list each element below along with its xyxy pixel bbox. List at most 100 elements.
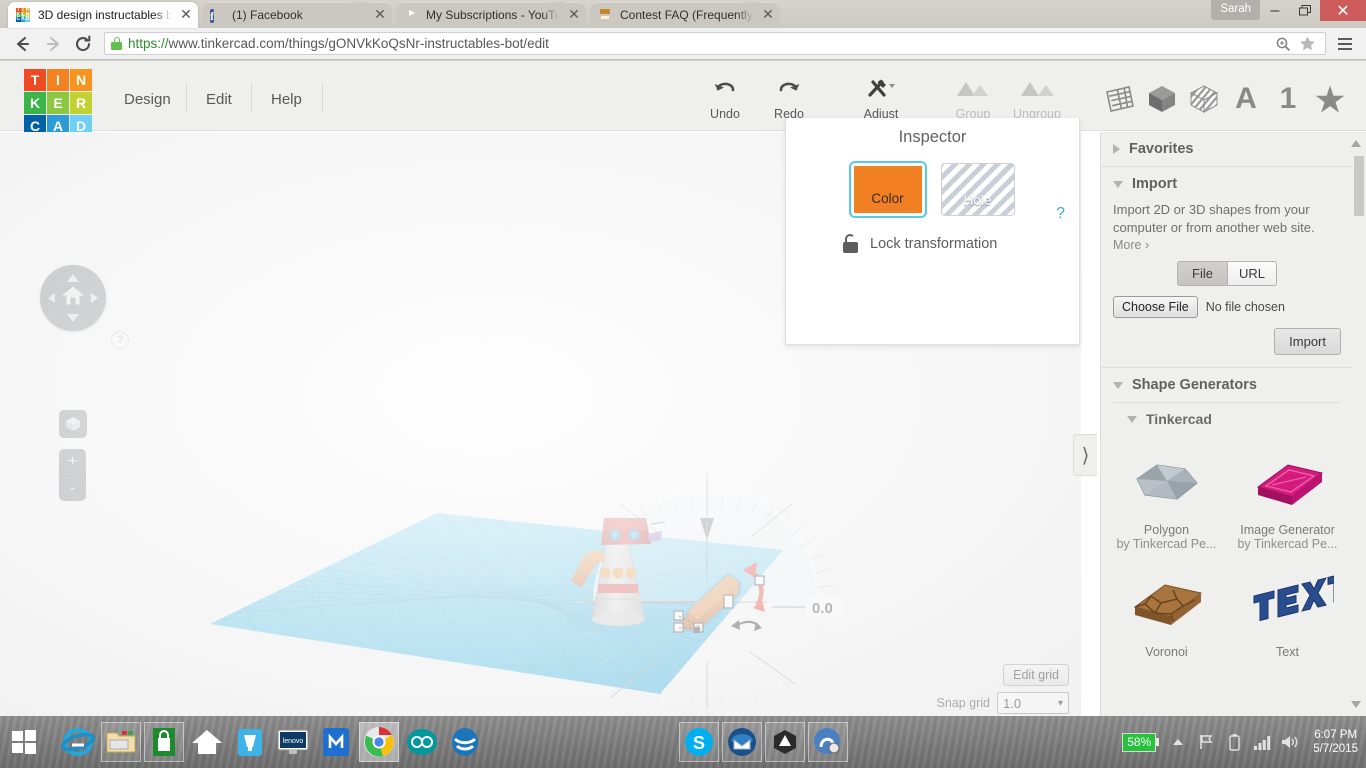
import-header[interactable]: Import <box>1101 167 1353 201</box>
nav-down-arrow[interactable] <box>67 314 79 322</box>
user-profile-chip[interactable]: Sarah <box>1211 0 1260 20</box>
maxthon-browser-icon[interactable] <box>316 722 356 762</box>
color-swatch-button[interactable]: Color <box>848 161 927 218</box>
favorites-star-icon[interactable]: ★ <box>1309 79 1351 119</box>
group-button[interactable]: Group <box>941 75 1005 121</box>
browser-tab-3[interactable]: Contest FAQ (Frequently A ✕ <box>590 2 780 28</box>
browser-tab-0[interactable]: TIN KER CAD 3D design instructables bo ✕ <box>8 2 198 28</box>
reload-button[interactable] <box>68 31 98 57</box>
scroll-down-arrow-icon[interactable] <box>1351 701 1361 708</box>
volume-speaker-icon[interactable] <box>1281 734 1299 750</box>
tinkercad-logo[interactable]: T I N K E R C A D <box>24 69 92 137</box>
hole-cube-icon[interactable] <box>1183 79 1225 119</box>
chrome-menu-button[interactable] <box>1332 31 1358 57</box>
tab-title-fade <box>542 2 564 28</box>
action-center-flag-icon[interactable] <box>1197 734 1215 750</box>
favorites-header[interactable]: Favorites <box>1101 132 1353 166</box>
lenovo-app-icon[interactable]: lenovo <box>273 722 313 762</box>
internet-explorer-icon[interactable] <box>58 722 98 762</box>
zoom-controls[interactable]: + - <box>59 449 86 501</box>
network-signal-icon[interactable] <box>1253 735 1271 750</box>
shape-generators-header[interactable]: Shape Generators <box>1101 368 1353 402</box>
tab-close-icon[interactable]: ✕ <box>178 7 194 23</box>
menu-design[interactable]: Design <box>110 87 185 112</box>
windows-start-icon[interactable] <box>0 716 48 768</box>
shape-generators-section: Shape Generators Tinkercad Polygon by Ti… <box>1101 368 1353 665</box>
chevron-down-icon: ▾ <box>1057 697 1063 709</box>
import-tab-file[interactable]: File <box>1177 261 1227 286</box>
undo-button[interactable]: Undo <box>693 75 757 121</box>
view-navigation-pad[interactable] <box>40 265 106 331</box>
zoom-out-button[interactable]: - <box>59 476 86 501</box>
browser-tab-1[interactable]: f (1) Facebook ✕ <box>202 2 392 28</box>
nav-right-arrow[interactable] <box>91 293 98 303</box>
right-side-panel: Favorites Import Import 2D or 3D shapes … <box>1100 132 1366 716</box>
arduino-ide-icon[interactable] <box>402 722 442 762</box>
skype-icon[interactable]: S <box>679 722 719 762</box>
panel-scrollbar-track[interactable] <box>1351 136 1364 712</box>
back-button[interactable] <box>8 31 38 57</box>
inspector-help-icon[interactable]: ? <box>1056 205 1065 223</box>
shape-item-polygon[interactable]: Polygon by Tinkercad Pe... <box>1107 437 1226 557</box>
number-tool-icon[interactable]: 1 <box>1267 79 1309 119</box>
taskbar-clock[interactable]: 6:07 PM 5/7/2015 <box>1309 728 1358 756</box>
panel-collapse-button[interactable]: ⟩ <box>1073 434 1097 476</box>
cleaner-app-icon[interactable] <box>230 722 270 762</box>
panel-scrollbar-thumb[interactable] <box>1354 156 1364 216</box>
solid-cube-icon[interactable] <box>1141 79 1183 119</box>
nav-up-arrow[interactable] <box>67 274 79 282</box>
close-window-button[interactable]: ✕ <box>1320 0 1366 21</box>
battery-icon[interactable] <box>1225 733 1243 751</box>
snap-grid-select[interactable]: 1.0 ▾ <box>997 692 1069 714</box>
ungroup-button[interactable]: Ungroup <box>1005 75 1069 121</box>
shape-group-tinkercad[interactable]: Tinkercad <box>1101 403 1353 427</box>
import-more-link[interactable]: More › <box>1113 238 1341 252</box>
adjust-button[interactable]: Adjust <box>849 75 913 121</box>
chevron-down-icon <box>1113 180 1123 188</box>
lock-transformation-row[interactable]: Lock transformation <box>841 234 1079 253</box>
google-chrome-icon[interactable] <box>359 722 399 762</box>
import-button[interactable]: Import <box>1274 328 1341 355</box>
restore-button[interactable] <box>1290 0 1320 21</box>
forward-button[interactable] <box>38 31 68 57</box>
browser-tab-2[interactable]: My Subscriptions - YouTu ✕ <box>396 2 586 28</box>
menu-help[interactable]: Help <box>257 87 316 112</box>
color-swatch-label: Color <box>871 191 904 206</box>
nav-left-arrow[interactable] <box>48 293 55 303</box>
tab-close-icon[interactable]: ✕ <box>760 7 776 23</box>
url-input[interactable]: https://www.tinkercad.com/things/gONVkKo… <box>104 32 1326 55</box>
shape-item-image-generator[interactable]: Image Generator by Tinkercad Pe... <box>1228 437 1347 557</box>
tab-close-icon[interactable]: ✕ <box>566 7 582 23</box>
text-tool-icon[interactable]: A <box>1225 79 1267 119</box>
canvas-help-button[interactable]: ? <box>111 331 129 349</box>
unity-icon[interactable] <box>765 722 805 762</box>
thunderbird-icon[interactable] <box>722 722 762 762</box>
makerbot-app-icon[interactable] <box>445 722 485 762</box>
restore-icon <box>1299 5 1311 16</box>
redo-button[interactable]: Redo <box>757 75 821 121</box>
edit-grid-button[interactable]: Edit grid <box>1003 664 1069 686</box>
home-icon[interactable] <box>187 722 227 762</box>
battery-percent-indicator[interactable]: 58% <box>1122 732 1160 752</box>
shape-name: Text <box>1276 645 1299 659</box>
shape-item-voronoi[interactable]: Voronoi <box>1107 559 1226 665</box>
scroll-up-arrow-icon[interactable] <box>1351 140 1361 147</box>
shape-item-text[interactable]: Text <box>1228 559 1347 665</box>
bookmark-star-icon[interactable] <box>1295 32 1319 56</box>
hole-swatch-button[interactable]: Hole <box>940 163 1015 216</box>
zoom-in-button[interactable]: + <box>59 449 86 475</box>
show-hidden-icons-chevron[interactable] <box>1169 737 1187 747</box>
repetier-host-icon[interactable] <box>808 722 848 762</box>
fit-to-view-button[interactable] <box>59 410 87 438</box>
minimize-button[interactable]: – <box>1260 0 1290 21</box>
workplane-grid-icon[interactable] <box>1099 79 1141 119</box>
tab-close-icon[interactable]: ✕ <box>372 7 388 23</box>
home-icon[interactable] <box>61 285 85 312</box>
zoom-search-icon[interactable] <box>1271 32 1295 56</box>
windows-store-icon[interactable] <box>144 722 184 762</box>
choose-file-button[interactable]: Choose File <box>1113 296 1198 318</box>
file-explorer-icon[interactable] <box>101 722 141 762</box>
import-tab-url[interactable]: URL <box>1227 261 1277 286</box>
app-toolbar: T I N K E R C A D Design Edit Help Undo … <box>0 61 1366 137</box>
menu-edit[interactable]: Edit <box>192 87 246 112</box>
